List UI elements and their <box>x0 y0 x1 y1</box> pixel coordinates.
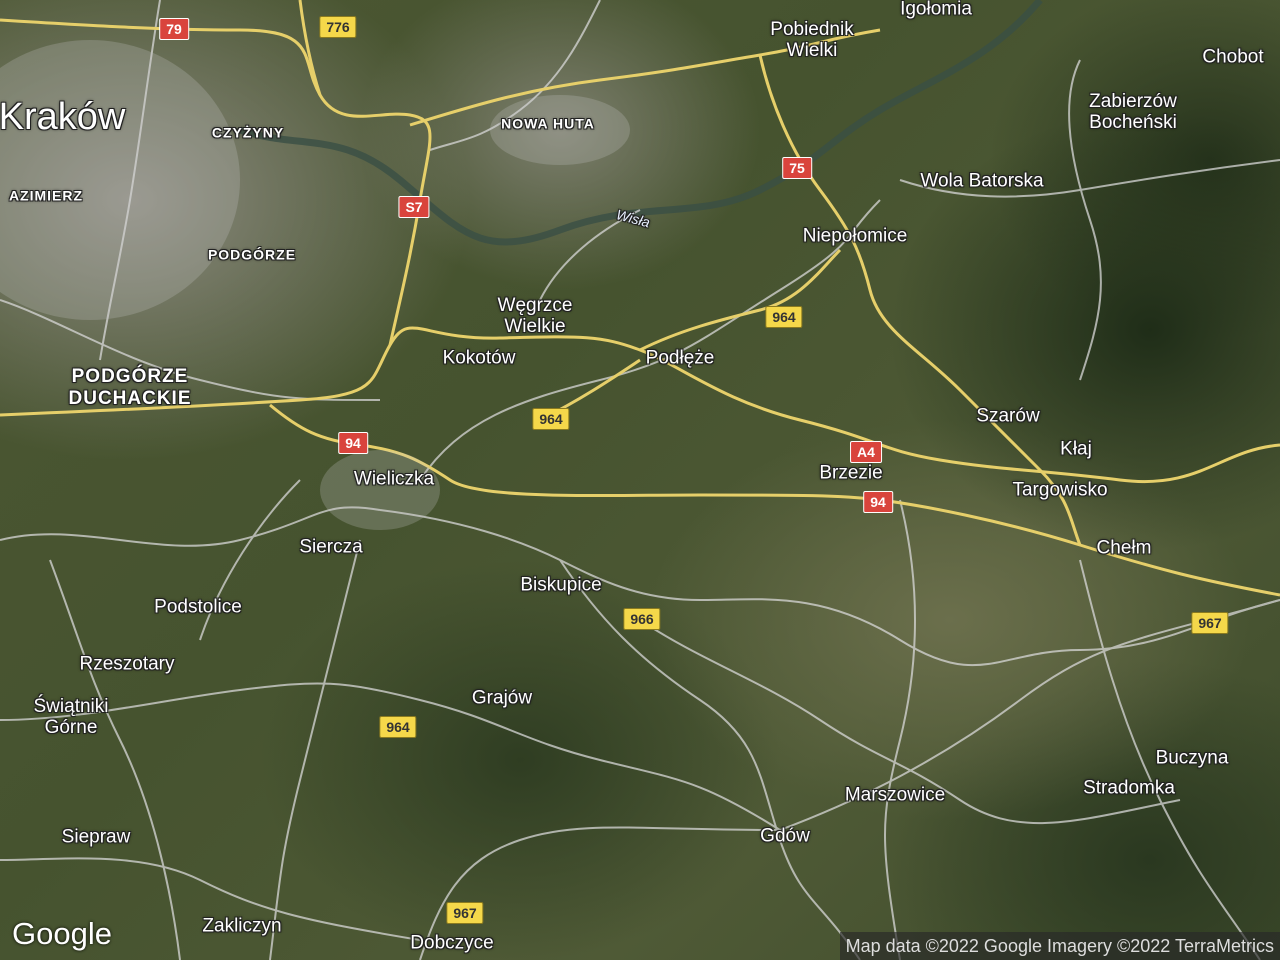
road-shield-967-b: 967 <box>446 902 484 924</box>
road-shield-966: 966 <box>623 608 661 630</box>
place-label-wieliczka: Wieliczka <box>353 468 435 490</box>
map-attribution[interactable]: Map data ©2022 Google Imagery ©2022 Terr… <box>839 932 1280 960</box>
place-label-klaj: Kłaj <box>1060 438 1092 460</box>
place-label-podleze: Podłęże <box>645 347 715 369</box>
place-label-podstolice: Podstolice <box>154 596 242 618</box>
place-label-podgorze: PODGÓRZE <box>207 246 297 263</box>
place-label-igolomia: Igołomia <box>900 0 972 20</box>
road-shield-s7: S7 <box>398 196 430 218</box>
road-shield-964-b: 964 <box>532 408 570 430</box>
place-label-zakliczyn: Zakliczyn <box>202 915 282 937</box>
place-label-rzeszotary: Rzeszotary <box>79 653 175 675</box>
vistula-river <box>238 0 1043 246</box>
road-shield-94-b: 94 <box>863 491 893 513</box>
place-label-krakow: Kraków <box>0 96 126 139</box>
place-label-targowisko: Targowisko <box>1012 479 1108 501</box>
place-label-chelm: Chełm <box>1096 537 1152 559</box>
place-label-marszowice: Marszowice <box>844 784 946 806</box>
place-label-buczyna: Buczyna <box>1155 747 1229 769</box>
place-label-pobiednik-wielki: Pobiednik Wielki <box>770 19 854 61</box>
place-label-brzezie: Brzezie <box>819 462 883 484</box>
place-label-niepolomice: Niepołomice <box>802 225 908 247</box>
place-label-chobot: Chobot <box>1202 46 1264 68</box>
place-label-swiatniki-gorne: Świątniki Górne <box>33 696 109 738</box>
road-shield-964-c: 964 <box>379 716 417 738</box>
road-shield-776: 776 <box>319 16 357 38</box>
place-label-kazimierz: AZIMIERZ <box>8 187 84 204</box>
google-logo[interactable]: Google <box>12 916 112 952</box>
road-shield-a4: A4 <box>850 441 882 463</box>
place-label-nowa-huta: NOWA HUTA <box>501 115 595 132</box>
place-label-wola-batorska: Wola Batorska <box>920 170 1044 192</box>
satellite-map[interactable]: Kraków CZYŻYNY NOWA HUTA AZIMIERZ PODGÓRZE PO… <box>0 0 1280 960</box>
place-label-gdow: Gdów <box>760 825 810 847</box>
place-label-czyzyny: CZYŻYNY <box>211 124 285 141</box>
place-label-biskupice: Biskupice <box>520 574 602 596</box>
road-shield-964-a: 964 <box>765 306 803 328</box>
road-shield-75: 75 <box>782 157 812 179</box>
road-shield-94-a: 94 <box>338 432 368 454</box>
place-label-dobczyce: Dobczyce <box>410 932 494 954</box>
place-label-stradomka: Stradomka <box>1083 777 1175 799</box>
place-label-grajow: Grajów <box>471 687 533 709</box>
place-label-zabierzow-bochenski: Zabierzów Bocheński <box>1089 91 1177 133</box>
place-label-podgorze-duchackie: PODGÓRZE DUCHACKIE <box>68 366 192 409</box>
place-label-kokotow: Kokotów <box>442 347 516 369</box>
place-label-siepraw: Siepraw <box>61 826 131 848</box>
place-label-wegrzce-wielkie: Węgrzce Wielkie <box>497 295 573 337</box>
place-label-szarow: Szarów <box>976 405 1040 427</box>
place-label-siercza: Siercza <box>299 536 363 558</box>
road-shield-79: 79 <box>159 18 189 40</box>
road-shield-967-a: 967 <box>1191 612 1229 634</box>
